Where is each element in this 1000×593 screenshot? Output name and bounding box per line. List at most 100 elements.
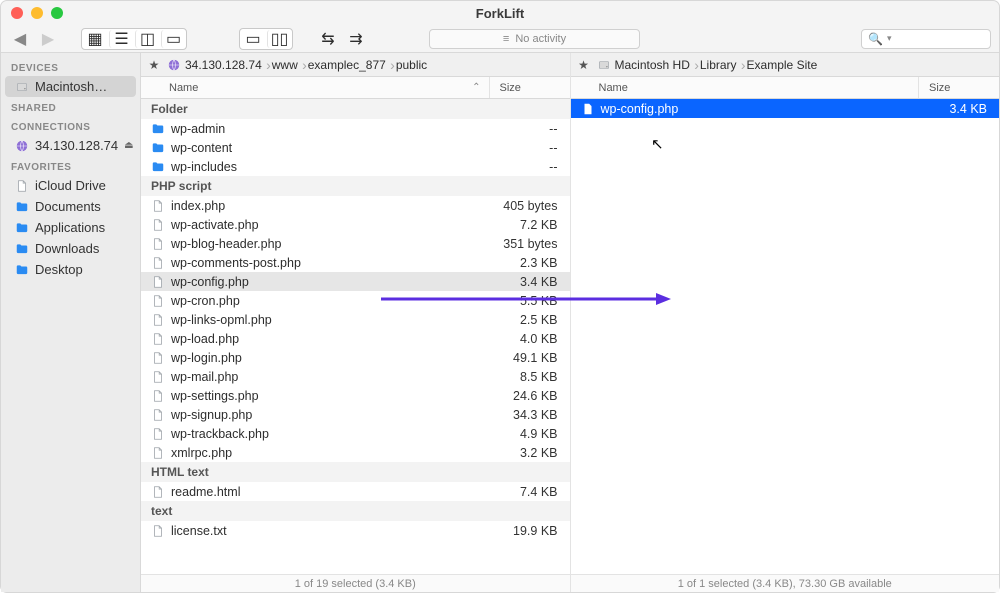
breadcrumb-label: Macintosh HD	[615, 58, 690, 72]
file-row[interactable]: license.txt 19.9 KB	[141, 521, 570, 540]
file-size: 3.2 KB	[490, 446, 570, 460]
file-size: 405 bytes	[490, 199, 570, 213]
sidebar-item[interactable]: Applications	[5, 217, 136, 238]
sidebar-item[interactable]: Macintosh…	[5, 76, 136, 97]
breadcrumb-item[interactable]: examplec_877	[304, 55, 392, 75]
breadcrumb-item[interactable]: Example Site	[743, 55, 824, 75]
sidebar-item[interactable]: Desktop	[5, 259, 136, 280]
file-icon	[151, 313, 165, 327]
file-row[interactable]: wp-trackback.php 4.9 KB	[141, 424, 570, 443]
file-row[interactable]: wp-config.php 3.4 KB	[571, 99, 1000, 118]
file-size: 4.9 KB	[490, 427, 570, 441]
left-statusbar: 1 of 19 selected (3.4 KB)	[141, 574, 570, 592]
file-row[interactable]: wp-blog-header.php 351 bytes	[141, 234, 570, 253]
file-size: 19.9 KB	[490, 524, 570, 538]
view-icons-icon[interactable]: ▦	[83, 30, 107, 48]
left-header-name[interactable]: Name ⌃	[141, 77, 490, 98]
favorite-star-button[interactable]: ★	[145, 58, 163, 72]
titlebar: ForkLift	[1, 1, 999, 25]
file-row[interactable]: wp-comments-post.php 2.3 KB	[141, 253, 570, 272]
file-size: 351 bytes	[490, 237, 570, 251]
file-name: xmlrpc.php	[171, 446, 232, 460]
transfer-button[interactable]: ⇉	[345, 29, 367, 49]
file-name: wp-settings.php	[171, 389, 259, 403]
file-icon	[151, 332, 165, 346]
file-row[interactable]: wp-content --	[141, 138, 570, 157]
breadcrumb-item[interactable]: www	[268, 55, 304, 75]
breadcrumb-label: 34.130.128.74	[185, 58, 262, 72]
file-name: wp-content	[171, 141, 232, 155]
sidebar-item[interactable]: Downloads	[5, 238, 136, 259]
file-row[interactable]: wp-links-opml.php 2.5 KB	[141, 310, 570, 329]
file-row[interactable]: wp-mail.php 8.5 KB	[141, 367, 570, 386]
right-header-size[interactable]: Size	[919, 77, 999, 98]
sidebar-item[interactable]: 34.130.128.74 ⏏	[5, 135, 136, 156]
file-row[interactable]: xmlrpc.php 3.2 KB	[141, 443, 570, 462]
hdd-icon	[15, 80, 29, 94]
file-icon	[151, 524, 165, 538]
eject-icon[interactable]: ⏏	[124, 140, 133, 151]
file-name: wp-links-opml.php	[171, 313, 272, 327]
sidebar-section-header: DEVICES	[1, 57, 140, 76]
file-size: 4.0 KB	[490, 332, 570, 346]
back-button[interactable]: ◀	[9, 29, 31, 49]
file-row[interactable]: readme.html 7.4 KB	[141, 482, 570, 501]
search-caret-icon: ▾	[887, 33, 892, 44]
sync-button[interactable]: ⇆	[317, 29, 339, 49]
file-icon	[581, 102, 595, 116]
file-name: wp-cron.php	[171, 294, 240, 308]
file-row[interactable]: wp-config.php 3.4 KB	[141, 272, 570, 291]
hdd-icon	[597, 58, 611, 72]
left-file-list[interactable]: Folder wp-admin -- wp-content -- wp-incl…	[141, 99, 570, 574]
file-row[interactable]: wp-cron.php 5.5 KB	[141, 291, 570, 310]
file-size: --	[490, 122, 570, 136]
left-column-headers: Name ⌃ Size	[141, 77, 570, 99]
breadcrumb-item[interactable]: Library	[696, 55, 743, 75]
breadcrumb-item[interactable]: Macintosh HD	[593, 55, 696, 75]
right-file-list[interactable]: wp-config.php 3.4 KB	[571, 99, 1000, 574]
file-name: readme.html	[171, 485, 240, 499]
view-list-icon[interactable]: ☰	[109, 30, 133, 48]
right-pane: ★ Macintosh HD Library Example Site Name…	[571, 53, 1000, 592]
file-row[interactable]: wp-includes --	[141, 157, 570, 176]
file-row[interactable]: wp-settings.php 24.6 KB	[141, 386, 570, 405]
sidebar-item-label: Macintosh…	[35, 79, 107, 94]
favorite-star-button[interactable]: ★	[575, 58, 593, 72]
left-header-size[interactable]: Size	[490, 77, 570, 98]
search-field[interactable]: 🔍 ▾	[861, 29, 991, 49]
forward-button[interactable]: ▶	[37, 29, 59, 49]
window-title: ForkLift	[1, 6, 999, 21]
file-name: wp-admin	[171, 122, 225, 136]
file-icon	[151, 351, 165, 365]
file-name: wp-blog-header.php	[171, 237, 282, 251]
sidebar-item[interactable]: Documents	[5, 196, 136, 217]
activity-status-text: No activity	[515, 33, 566, 45]
folder-icon	[151, 122, 165, 136]
file-row[interactable]: wp-signup.php 34.3 KB	[141, 405, 570, 424]
view-mode-segmented[interactable]: ▦ ☰ ◫ ▭	[81, 28, 187, 50]
breadcrumb-label: www	[272, 58, 298, 72]
file-name: wp-includes	[171, 160, 237, 174]
view-gallery-icon[interactable]: ▭	[161, 30, 185, 48]
file-row[interactable]: wp-admin --	[141, 119, 570, 138]
file-row[interactable]: wp-activate.php 7.2 KB	[141, 215, 570, 234]
sidebar-item[interactable]: iCloud Drive	[5, 175, 136, 196]
file-icon	[151, 275, 165, 289]
group-header: HTML text	[141, 462, 570, 482]
sort-asc-icon: ⌃	[472, 82, 480, 93]
left-pane: ★ 34.130.128.74 www examplec_877 public …	[141, 53, 571, 592]
sidebar-item-label: Downloads	[35, 241, 99, 256]
pane-layout-segmented[interactable]: ▭ ▯▯	[239, 28, 293, 50]
breadcrumb-item[interactable]: public	[392, 55, 433, 75]
pane-single-icon[interactable]: ▭	[241, 30, 265, 48]
file-row[interactable]: wp-load.php 4.0 KB	[141, 329, 570, 348]
file-size: 2.5 KB	[490, 313, 570, 327]
view-columns-icon[interactable]: ◫	[135, 30, 159, 48]
right-header-name[interactable]: Name	[571, 77, 920, 98]
pane-dual-icon[interactable]: ▯▯	[267, 30, 291, 48]
file-row[interactable]: index.php 405 bytes	[141, 196, 570, 215]
file-row[interactable]: wp-login.php 49.1 KB	[141, 348, 570, 367]
file-icon	[151, 237, 165, 251]
folder-icon	[15, 200, 29, 214]
breadcrumb-item[interactable]: 34.130.128.74	[163, 55, 268, 75]
